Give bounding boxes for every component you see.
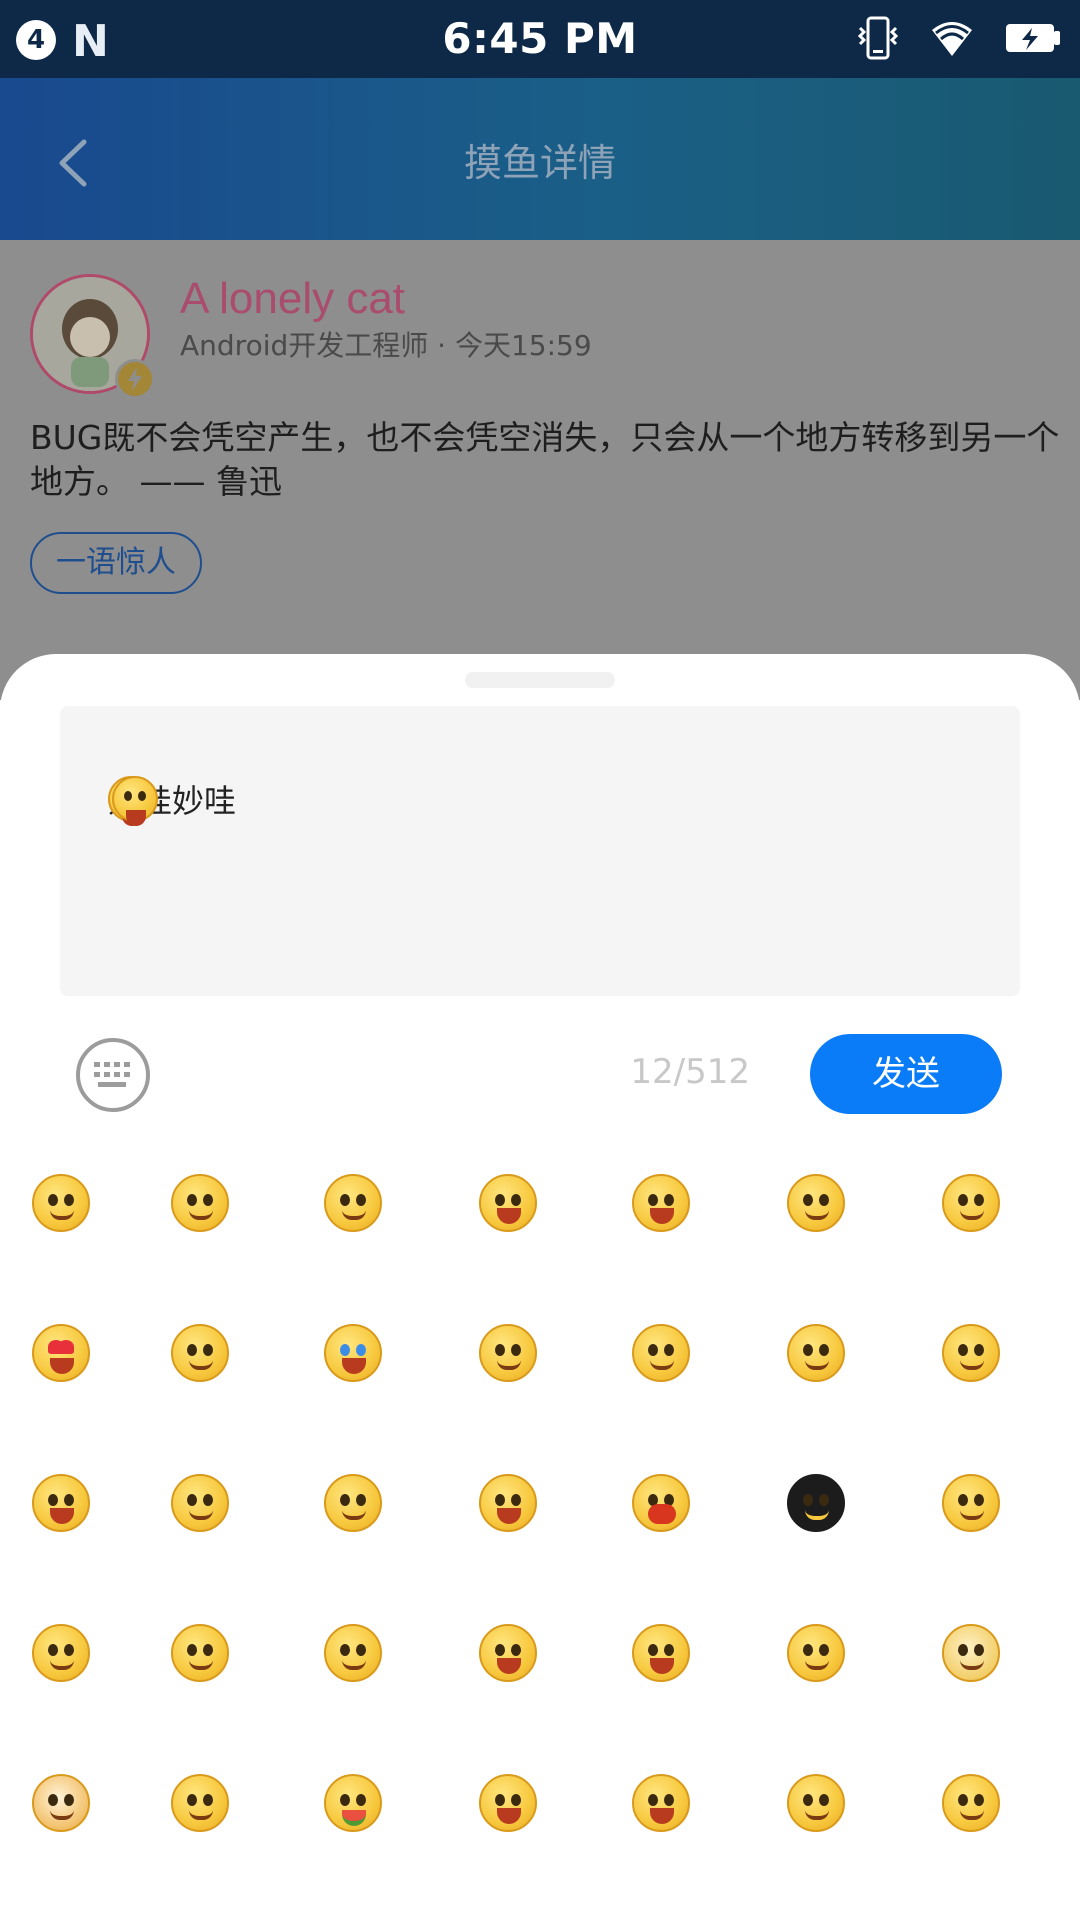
character-counter: 12/512	[630, 1052, 750, 1092]
tongue-emoji-icon[interactable]	[942, 1324, 1000, 1382]
question-emoji-icon[interactable]	[632, 1324, 690, 1382]
silly-emoji-icon[interactable]	[324, 1474, 382, 1532]
verified-badge-icon	[115, 359, 155, 399]
doubt-emoji-icon[interactable]	[942, 1174, 1000, 1232]
bored-emoji-icon[interactable]	[171, 1624, 229, 1682]
shy-emoji-icon[interactable]	[479, 1324, 537, 1382]
pray-emoji-icon[interactable]	[787, 1774, 845, 1832]
squint-emoji-icon[interactable]	[479, 1624, 537, 1682]
smile-emoji-icon[interactable]	[32, 1174, 90, 1232]
surprised-emoji-icon[interactable]	[632, 1174, 690, 1232]
author-name[interactable]: A lonely cat	[180, 274, 405, 324]
status-bar: 4 N 6:45 PM	[0, 0, 1080, 78]
facepalm-emoji-icon[interactable]	[942, 1474, 1000, 1532]
ok-hand-emoji-icon[interactable]	[324, 1174, 382, 1232]
topic-tag[interactable]: 一语惊人	[30, 532, 202, 594]
one-eye-emoji-icon[interactable]	[171, 1474, 229, 1532]
cat-emoji-icon[interactable]	[942, 1624, 1000, 1682]
page-title: 摸鱼详情	[463, 141, 616, 185]
sick-emoji-icon[interactable]	[942, 1774, 1000, 1832]
drag-handle[interactable]	[465, 672, 615, 688]
cheer-emoji-icon[interactable]	[479, 1774, 537, 1832]
app-bar: 摸鱼详情	[0, 78, 1080, 240]
post-content: BUG既不会凭空产生，也不会凭空消失，只会从一个地方转移到另一个地方。 —— 鲁…	[30, 418, 1060, 501]
shocked-hat-emoji-icon[interactable]	[632, 1624, 690, 1682]
scream-emoji-icon[interactable]	[632, 1774, 690, 1832]
doge-emoji-icon[interactable]	[32, 1774, 90, 1832]
vibrate-icon	[857, 16, 899, 60]
angry-red-emoji-icon[interactable]	[632, 1474, 690, 1532]
laugh-tears-emoji-icon[interactable]	[32, 1474, 90, 1532]
post-card: A lonely cat Android开发工程师 · 今天15:59 BUG既…	[0, 240, 1080, 700]
grin-emoji-icon[interactable]	[171, 1174, 229, 1232]
melon-emoji-icon[interactable]	[324, 1774, 382, 1832]
sweat-laugh-emoji-icon[interactable]	[787, 1624, 845, 1682]
author-meta: Android开发工程师 · 今天15:59	[180, 329, 592, 362]
yawn-emoji-icon[interactable]	[479, 1474, 537, 1532]
sigh-emoji-icon[interactable]	[324, 1624, 382, 1682]
status-icons	[854, 14, 1062, 62]
comment-input[interactable]: 妙哇妙哇	[60, 706, 1020, 996]
heart-eyes-emoji-icon[interactable]	[32, 1324, 90, 1382]
grimace-emoji-icon[interactable]	[787, 1324, 845, 1382]
shocked-emoji-icon	[112, 776, 158, 826]
keyboard-icon	[94, 1062, 130, 1087]
old-man-emoji-icon[interactable]	[32, 1624, 90, 1682]
battery-charging-icon	[1006, 24, 1060, 52]
keyboard-toggle-button[interactable]	[76, 1038, 150, 1112]
wifi-icon	[932, 22, 972, 56]
dark-face-emoji-icon[interactable]	[787, 1474, 845, 1532]
send-button[interactable]: 发送	[810, 1034, 1002, 1114]
comment-bottom-sheet: 妙哇妙哇 12/512 发送	[0, 654, 1080, 1920]
lemon-emoji-icon[interactable]	[171, 1324, 229, 1382]
avatar[interactable]	[30, 274, 155, 399]
content-emoji-icon[interactable]	[171, 1774, 229, 1832]
starstruck-emoji-icon[interactable]	[479, 1174, 537, 1232]
comment-input-content: 妙哇妙哇	[108, 776, 236, 826]
cry-loud-emoji-icon[interactable]	[324, 1324, 382, 1382]
smirk-emoji-icon[interactable]	[787, 1174, 845, 1232]
